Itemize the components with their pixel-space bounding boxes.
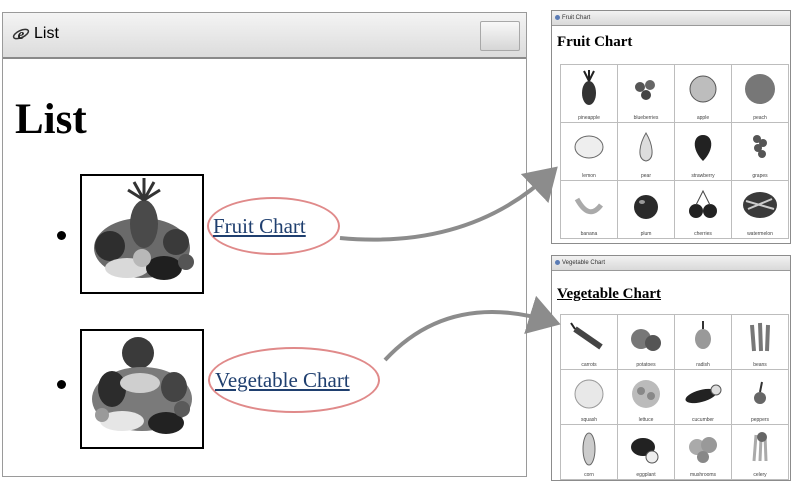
corn-picture [582,432,596,466]
chart-cell: carrots [561,315,618,370]
squash-picture [574,379,604,409]
fruit-grid: pineapple blueberries apple peach lemon pear s… [560,64,789,239]
chart-cell-label: cherries [694,231,712,237]
chart-cell-label: strawberry [691,173,715,179]
pear-picture [639,132,653,162]
vegetable-thumbnail-image[interactable] [80,329,204,449]
chart-cell-label: plum [640,231,652,237]
chart-cell: pineapple [561,65,618,123]
page-title: List [15,96,87,143]
chart-cell-label: lettuce [638,417,654,423]
chart-cell: blueberries [618,65,675,123]
browser-tab-title[interactable]: List [34,25,59,43]
chart-cell-label: eggplant [636,472,656,478]
vegetable-chart-heading: Vegetable Chart [557,286,662,302]
apple-picture [689,75,717,103]
list-bullet [57,380,66,389]
chart-cell-label: lemon [582,173,596,179]
chart-cell: cucumber [675,370,732,425]
chart-cell-label: potatoes [636,362,656,368]
chart-cell: corn [561,425,618,480]
chart-cell-label: pear [640,173,651,179]
chart-cell: beans [732,315,789,370]
mushrooms-picture [689,437,717,463]
vegetable-chart-window: Vegetable Chart Vegetable Chart carrots p… [551,255,791,481]
chart-cell: pear [618,123,675,181]
chart-cell-label: blueberries [633,115,659,121]
browser-icon [555,15,560,20]
celery-picture [752,432,768,462]
cucumber-picture [685,384,722,404]
list-bullet [57,231,66,240]
window-control-button[interactable] [480,21,520,51]
watermelon-picture [743,192,777,218]
chart-cell-label: peppers [750,417,770,423]
chart-cell-label: radish [696,362,710,368]
vegetable-window-titlebar: Vegetable Chart [552,256,790,271]
chart-cell: radish [675,315,732,370]
chart-cell-label: apple [696,115,710,121]
fruit-chart-link[interactable]: Fruit Chart [213,214,306,239]
chart-cell: celery [732,425,789,480]
browser-tab-bar: e List [3,13,526,59]
lemon-picture [574,135,604,159]
chart-cell: mushrooms [675,425,732,480]
chart-cell-label: pineapple [578,115,600,121]
vegetable-chart-link[interactable]: Vegetable Chart [215,368,350,393]
chart-cell: plum [618,181,675,239]
chart-cell-label: carrots [581,362,597,368]
beans-picture [750,322,770,352]
browser-icon [555,260,560,265]
internet-explorer-icon: e [12,25,30,43]
chart-cell: watermelon [732,181,789,239]
browser-window: e List List Fruit Chart Vegetable Chart [2,12,527,477]
chart-cell: cherries [675,181,732,239]
chart-cell-label: cucumber [692,417,714,423]
chart-cell-label: grapes [752,173,768,179]
chart-cell-label: banana [580,231,598,237]
peppers-picture [754,381,766,404]
chart-cell: squash [561,370,618,425]
chart-cell: lemon [561,123,618,181]
lettuce-picture [632,380,660,408]
grapes-picture [753,135,767,158]
plum-picture [634,195,658,219]
radish-picture [695,321,711,349]
chart-cell: peppers [732,370,789,425]
fruit-chart-window: Fruit Chart Fruit Chart pineapple blueber… [551,10,791,244]
chart-cell-label: beans [753,362,767,368]
potatoes-picture [631,329,661,351]
chart-cell: strawberry [675,123,732,181]
svg-text:e: e [18,27,25,43]
strawberry-picture [694,135,712,161]
chart-cell-label: celery [753,472,767,478]
chart-cell: peach [732,65,789,123]
chart-cell-label: watermelon [747,231,773,237]
chart-cell: grapes [732,123,789,181]
cherries-picture [689,189,717,218]
fruit-window-titlebar: Fruit Chart [552,11,790,26]
peach-picture [745,74,775,104]
chart-cell-label: corn [584,472,594,478]
pineapple-picture [582,70,596,105]
chart-cell: banana [561,181,618,239]
vegetable-window-title: Vegetable Chart [562,260,606,266]
carrots-picture [570,322,603,350]
fruit-window-title: Fruit Chart [562,15,591,21]
chart-cell: lettuce [618,370,675,425]
vegetable-grid: carrots potatoes radish beans squash lettuce c… [560,314,789,480]
chart-cell-label: mushrooms [689,472,717,478]
chart-cell: eggplant [618,425,675,480]
chart-cell-label: squash [580,417,598,423]
chart-cell-label: peach [753,115,767,121]
chart-cell: apple [675,65,732,123]
chart-cell: potatoes [618,315,675,370]
fruit-chart-heading: Fruit Chart [557,34,633,50]
fruit-thumbnail-image[interactable] [80,174,204,294]
banana-picture [574,197,603,215]
eggplant-picture [631,438,659,464]
blueberries-picture [635,80,655,100]
